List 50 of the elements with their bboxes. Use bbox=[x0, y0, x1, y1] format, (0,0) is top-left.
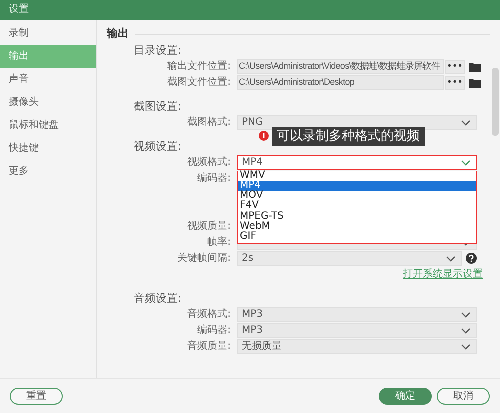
browse-button[interactable]: ••• bbox=[445, 60, 465, 74]
group-heading: 视频设置: bbox=[134, 140, 182, 152]
field-label: 帧率: bbox=[206, 236, 232, 250]
group-heading: 目录设置: bbox=[134, 44, 182, 56]
sidebar-item[interactable]: 录制 bbox=[0, 22, 96, 45]
field-label: 视频格式: bbox=[186, 156, 232, 170]
section-title: 输出 bbox=[107, 26, 129, 42]
field-label: 音频质量: bbox=[186, 340, 232, 354]
dropdown-option[interactable]: F4V bbox=[238, 201, 476, 212]
chevron-down-icon bbox=[461, 160, 471, 166]
scrollbar-thumb[interactable] bbox=[492, 68, 499, 136]
dropdown-option[interactable]: WMV bbox=[238, 170, 476, 181]
folder-icon bbox=[469, 78, 481, 88]
alert-badge-icon bbox=[259, 131, 269, 141]
sidebar-item[interactable]: 更多 bbox=[0, 160, 96, 183]
field-label: 截图格式: bbox=[186, 116, 232, 130]
sidebar-item[interactable]: 声音 bbox=[0, 68, 96, 91]
folder-icon bbox=[469, 62, 481, 72]
field-label: 关键帧间隔: bbox=[176, 252, 232, 266]
field-label: 截图文件位置: bbox=[166, 76, 232, 90]
path-field[interactable]: C:\Users\Administrator\Desktop bbox=[237, 75, 444, 90]
field-label: 输出文件位置: bbox=[166, 60, 232, 74]
group-heading: 音频设置: bbox=[134, 292, 182, 304]
sidebar-item[interactable]: 摄像头 bbox=[0, 91, 96, 114]
select-field[interactable]: MP3 bbox=[237, 323, 477, 338]
dropdown-option[interactable]: GIF bbox=[238, 232, 476, 243]
dropdown-option[interactable]: MOV bbox=[238, 191, 476, 202]
field-label: 编码器: bbox=[196, 324, 232, 338]
ok-button[interactable]: 确定 bbox=[379, 388, 432, 404]
group-heading: 截图设置: bbox=[134, 100, 182, 112]
select-field[interactable]: 无损质量 bbox=[237, 339, 477, 354]
field-label: 音频格式: bbox=[186, 308, 232, 322]
chevron-down-icon bbox=[461, 120, 471, 126]
dropdown-option[interactable]: MPEG-TS bbox=[238, 212, 476, 222]
browse-button[interactable]: ••• bbox=[445, 76, 465, 90]
sidebar-item[interactable]: 鼠标和键盘 bbox=[0, 114, 96, 137]
field-label: 视频质量: bbox=[186, 220, 232, 234]
dropdown-option[interactable]: WebM bbox=[238, 222, 476, 232]
window-title: 设置 bbox=[0, 0, 500, 20]
tooltip: 可以录制多种格式的视频 bbox=[272, 126, 425, 146]
settings-link[interactable]: 打开系统显示设置 bbox=[403, 266, 483, 282]
dropdown-option[interactable]: MP4 bbox=[238, 180, 476, 192]
reset-button[interactable]: 重置 bbox=[10, 388, 63, 404]
cancel-button[interactable]: 取消 bbox=[437, 388, 490, 404]
sidebar-item[interactable]: 快捷键 bbox=[0, 137, 96, 160]
select-field[interactable]: 2s bbox=[237, 251, 462, 266]
select-field[interactable]: MP4 bbox=[237, 155, 477, 170]
field-label: 编码器: bbox=[196, 172, 232, 186]
select-field[interactable]: MP3 bbox=[237, 307, 477, 322]
path-field[interactable]: C:\Users\Administrator\Videos\数据蛙\数据蛙录屏软件 bbox=[237, 59, 444, 74]
